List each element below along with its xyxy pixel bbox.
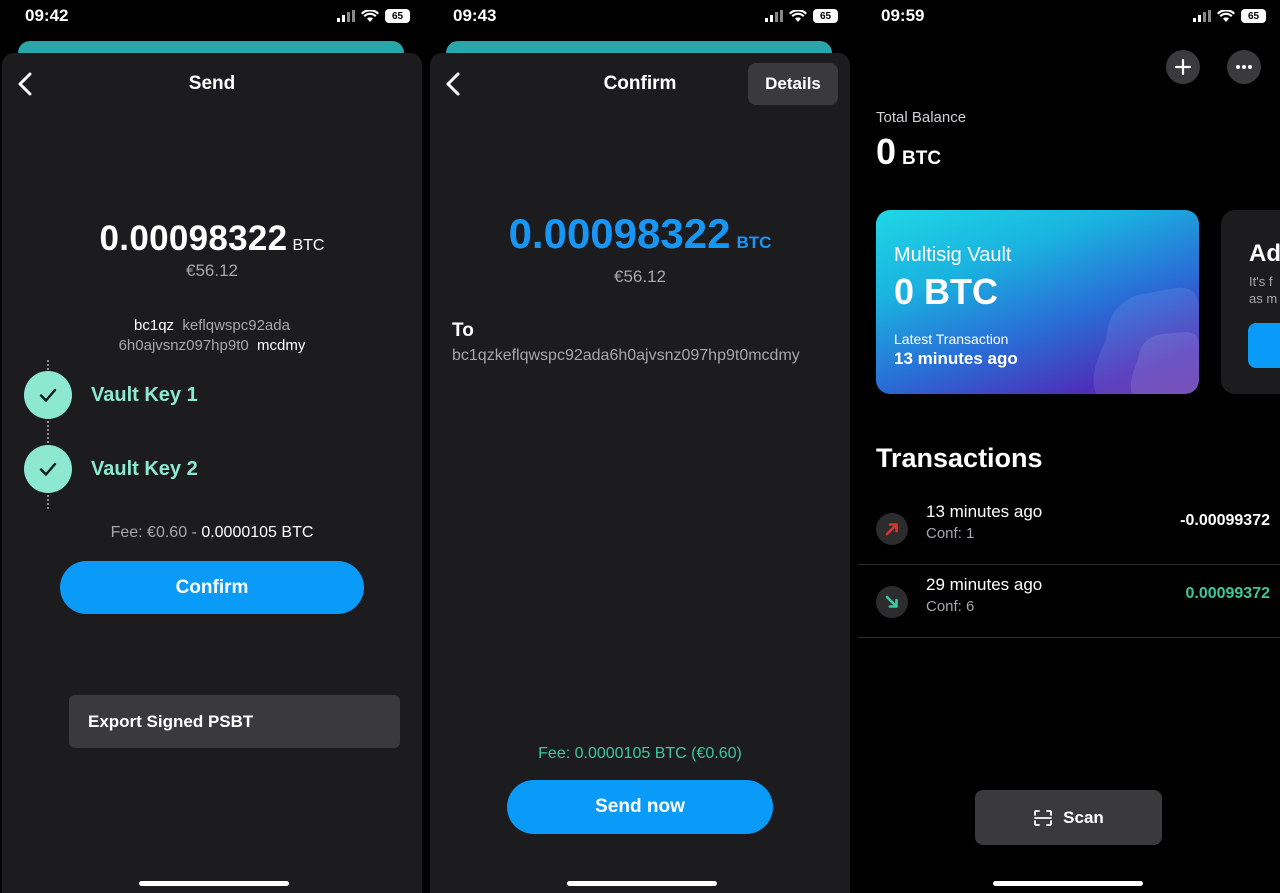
card-title: Ad (1249, 240, 1280, 267)
recipient-address: bc1qzkeflqwspc92ada6h0ajvsnz097hp9t0mcdm… (452, 347, 800, 364)
confirm-screen: 09:43 65 Confirm Details 0.00098322 BTC €… (428, 0, 856, 893)
page-title: Send (188, 73, 236, 94)
check-icon (39, 388, 57, 402)
tx-direction (876, 586, 908, 618)
total-balance-label: Total Balance (876, 109, 967, 126)
signal-icon (765, 10, 783, 22)
address-segment: mcdmy (257, 337, 306, 354)
tx-time: 13 minutes ago (926, 502, 1043, 521)
add-wallet-button[interactable] (1166, 50, 1200, 84)
vault-key-2[interactable]: Vault Key 2 (24, 445, 198, 493)
wifi-icon (789, 9, 807, 22)
status-bar: 09:43 65 (428, 0, 856, 34)
home-indicator (993, 881, 1143, 886)
amount-value: 0.00098322 (508, 210, 731, 257)
scan-label: Scan (1063, 807, 1104, 827)
address-segment: bc1qz (134, 317, 175, 334)
system-icons: 65 (1193, 8, 1266, 24)
confirm-button[interactable]: Confirm (60, 561, 364, 614)
wifi-icon (361, 9, 379, 22)
system-icons: 65 (337, 8, 410, 24)
to-label: To (452, 320, 474, 341)
confirm-sheet: Confirm Details 0.00098322 BTC €56.12 To … (430, 53, 850, 893)
system-icons: 65 (765, 8, 838, 24)
transaction-row[interactable]: 29 minutes ago Conf: 6 0.00099372 (858, 565, 1280, 638)
key-label: Vault Key 2 (91, 457, 198, 480)
signal-icon (1193, 10, 1211, 22)
add-wallet-card[interactable]: Ad It's f as m (1221, 210, 1280, 394)
fiat-value: €56.12 (614, 267, 666, 286)
arrow-up-right-icon (885, 523, 898, 536)
total-balance-value: 0 BTC (876, 131, 941, 173)
key-label: Vault Key 1 (91, 383, 198, 406)
export-signed-psbt-button[interactable]: Export Signed PSBT (69, 695, 400, 748)
total-balance-amount: 0 (876, 131, 897, 172)
fee-prefix: Fee: €0.60 - (110, 524, 202, 541)
amount-display: 0.00098322 BTC (430, 210, 850, 258)
scan-icon (1034, 809, 1053, 826)
card-action-button[interactable] (1248, 323, 1280, 368)
scan-button[interactable]: Scan (975, 790, 1162, 845)
battery-indicator: 65 (385, 9, 410, 23)
transaction-row[interactable]: 13 minutes ago Conf: 1 -0.00099372 (858, 492, 1280, 565)
fiat-value: €56.12 (186, 261, 238, 280)
tx-time: 29 minutes ago (926, 575, 1043, 594)
status-bar: 09:42 65 (0, 0, 428, 34)
amount-unit: BTC (292, 237, 325, 254)
more-horizontal-icon (1236, 65, 1252, 69)
key-status (24, 371, 72, 419)
wallet-home-screen: 09:59 65 Total Balance 0 BTC Multisig Vau… (856, 0, 1280, 893)
vault-name: Multisig Vault (894, 244, 1012, 266)
wifi-icon (1217, 9, 1235, 22)
fee-line: Fee: 0.0000105 BTC (€0.60) (538, 745, 742, 762)
key-status (24, 445, 72, 493)
vault-balance: 0 BTC (894, 271, 999, 312)
home-indicator (139, 881, 289, 886)
details-button[interactable]: Details (748, 63, 838, 105)
key-connector (47, 421, 49, 447)
signal-icon (337, 10, 355, 22)
tx-direction (876, 513, 908, 545)
home-indicator (567, 881, 717, 886)
send-screen: 09:42 65 Send 0.00098322 BTC €56.12 bc1qz… (0, 0, 428, 893)
arrow-down-right-icon (885, 595, 898, 608)
amount-unit: BTC (736, 233, 772, 252)
fee-btc: 0.0000105 BTC (201, 524, 314, 541)
tx-confirmations: Conf: 1 (926, 525, 975, 542)
amount-display: 0.00098322 BTC (2, 219, 422, 259)
vault-key-1[interactable]: Vault Key 1 (24, 371, 198, 419)
key-connector (47, 495, 49, 509)
status-time: 09:59 (881, 6, 925, 25)
status-bar: 09:59 65 (856, 0, 1280, 34)
address-segment: keflqwspc92ada (182, 317, 290, 334)
multisig-vault-card[interactable]: Multisig Vault 0 BTC Latest Transaction … (876, 210, 1199, 394)
status-time: 09:43 (453, 6, 497, 25)
latest-transaction-label: Latest Transaction (894, 331, 1009, 347)
tx-amount: -0.00099372 (1180, 512, 1270, 529)
recipient-address: bc1qz keflqwspc92ada 6h0ajvsnz097hp9t0 m… (2, 316, 422, 356)
battery-indicator: 65 (1241, 9, 1266, 23)
card-text: It's f (1249, 274, 1273, 289)
fee-line: Fee: €0.60 - 0.0000105 BTC (2, 524, 422, 542)
plus-icon (1175, 59, 1191, 75)
amount-value: 0.00098322 (99, 219, 288, 258)
total-balance-unit: BTC (902, 148, 942, 169)
latest-transaction-time: 13 minutes ago (894, 349, 1018, 368)
battery-indicator: 65 (813, 9, 838, 23)
status-time: 09:42 (25, 6, 69, 25)
send-sheet: Send 0.00098322 BTC €56.12 bc1qz keflqwsp… (2, 53, 422, 893)
card-text: as m (1249, 291, 1278, 306)
transactions-heading: Transactions (876, 443, 1043, 473)
more-options-button[interactable] (1227, 50, 1261, 84)
check-icon (39, 462, 57, 476)
send-now-button[interactable]: Send now (507, 780, 773, 834)
address-segment: 6h0ajvsnz097hp9t0 (118, 337, 249, 354)
tx-confirmations: Conf: 6 (926, 598, 975, 615)
tx-amount: 0.00099372 (1185, 585, 1270, 602)
